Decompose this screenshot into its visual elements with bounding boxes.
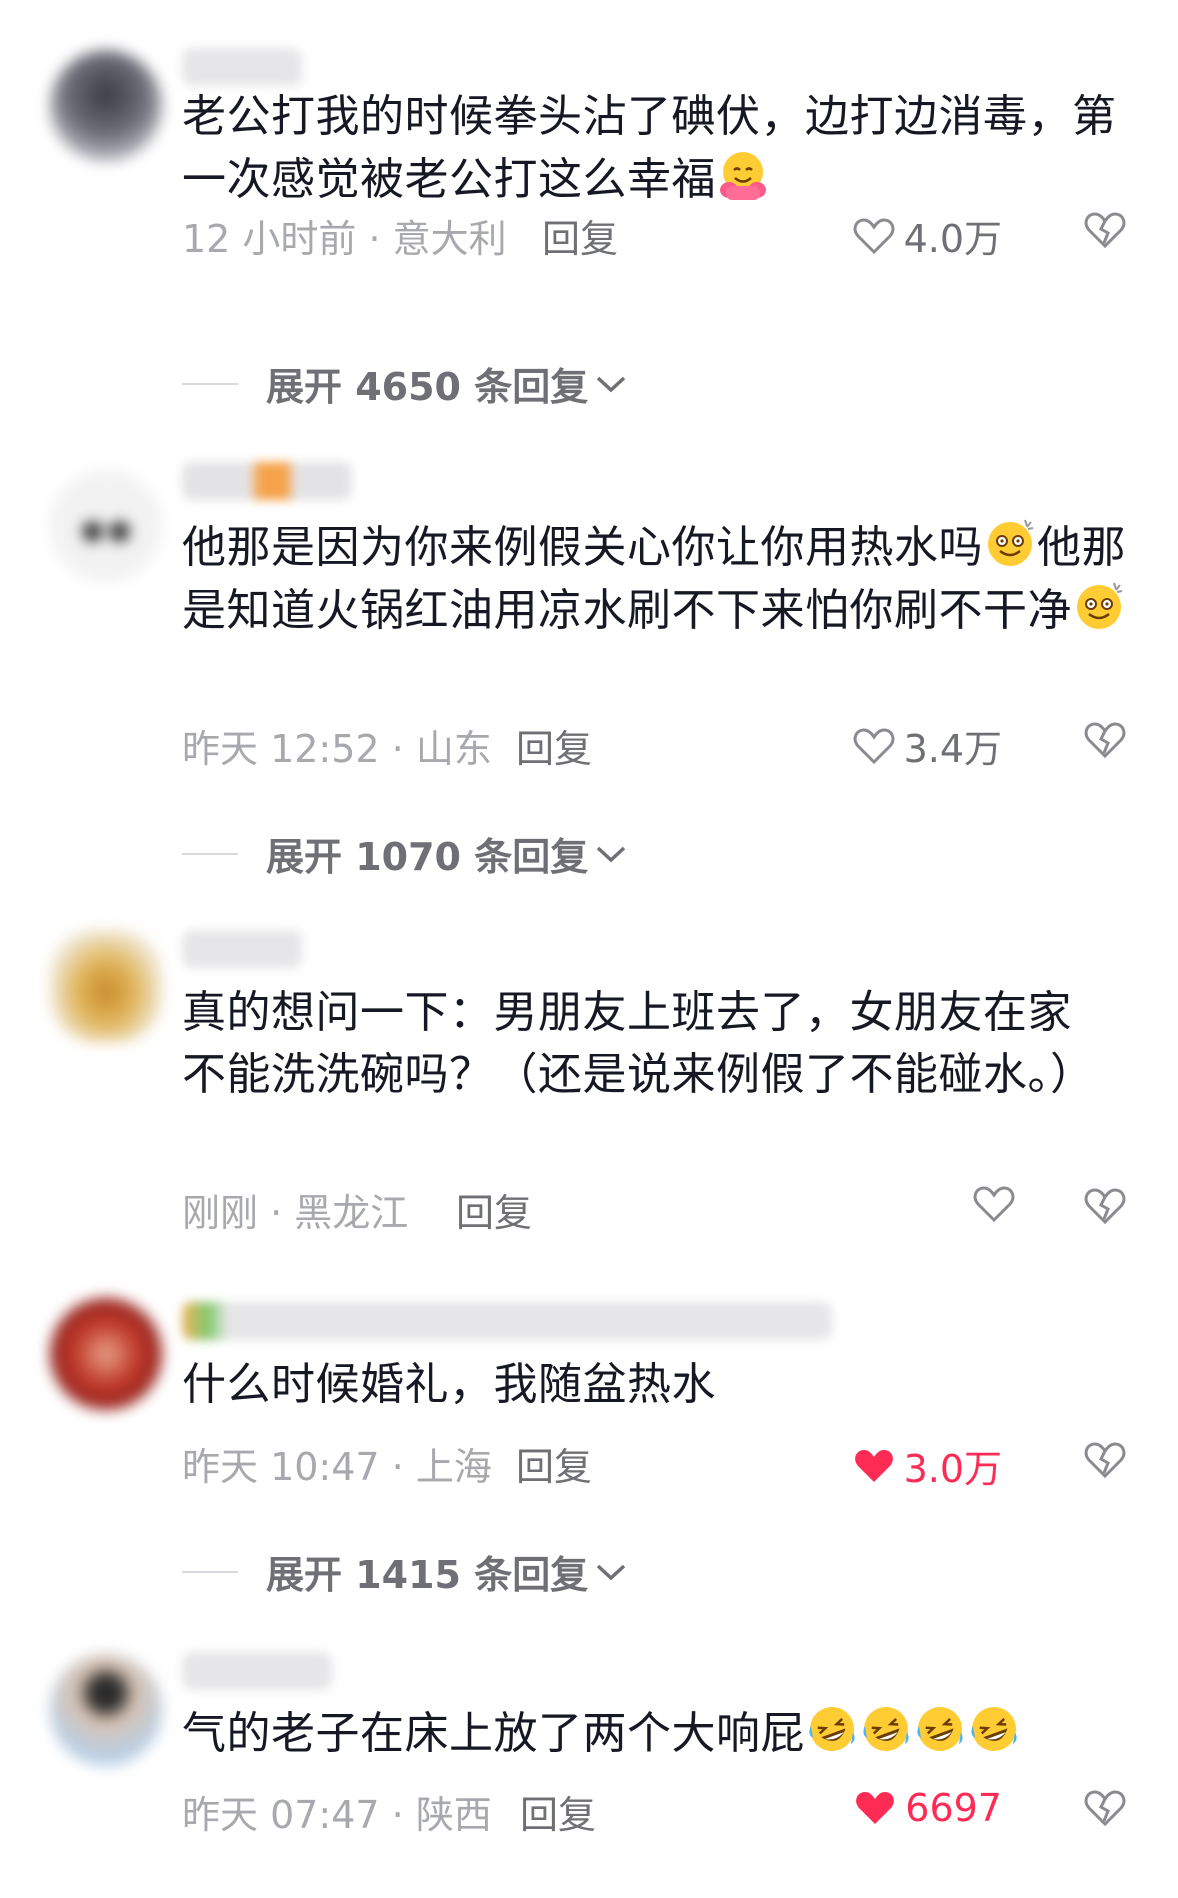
comment-text-content: 老公打我的时候拳头沾了碘伏，边打边消毒，第一次感觉被老公打这么幸福 [182, 91, 1117, 205]
comment-meta: 昨天 10:47 · 上海 [182, 1445, 492, 1489]
comment-meta: 昨天 07:47 · 陕西 [182, 1793, 492, 1837]
like-count: 3.0万 [903, 1447, 1002, 1491]
comment-text-content: 什么时候婚礼，我随盆热水 [182, 1359, 716, 1410]
like-count: 4.0万 [903, 217, 1002, 261]
expand-replies-button[interactable]: 展开 1070 条回复 [182, 826, 628, 881]
laughing-emoji-group [805, 1707, 1021, 1759]
comment-text: 老公打我的时候拳头沾了碘伏，边打边消毒，第一次感觉被老公打这么幸福 [182, 86, 1127, 211]
reply-button[interactable]: 回复 [520, 1784, 596, 1839]
chevron-down-icon [597, 1564, 626, 1580]
like-button[interactable]: 3.4万 [852, 718, 1002, 773]
heart-outline-icon [853, 217, 894, 254]
comment-text: 他那是因为你来例假关心你让你用热水吗 他那是知道火锅红油用凉水刷不下来怕你刷不干净 [182, 516, 1127, 642]
comment-text: 什么时候婚礼，我随盆热水 [182, 1354, 1127, 1416]
like-count: 6697 [905, 1786, 1002, 1830]
heart-filled-icon [856, 1792, 895, 1824]
chevron-down-icon [597, 846, 626, 862]
broken-heart-icon[interactable] [1083, 1788, 1127, 1828]
rolling-laughing-emoji-icon [863, 1707, 909, 1751]
reply-button[interactable]: 回复 [516, 718, 592, 773]
avatar[interactable] [50, 470, 162, 582]
avatar[interactable] [50, 930, 162, 1042]
comment-meta: 昨天 12:52 · 山东 [182, 727, 492, 771]
reply-button[interactable]: 回复 [516, 1436, 592, 1491]
username-blurred[interactable] [182, 1302, 832, 1340]
comment-meta: 12 小时前 · 意大利 [182, 217, 507, 261]
username-blurred[interactable] [182, 462, 352, 500]
divider-line [182, 382, 238, 385]
broken-heart-icon[interactable] [1083, 210, 1127, 250]
like-count: 3.4万 [903, 727, 1002, 771]
broken-heart-icon[interactable] [1083, 1440, 1127, 1480]
reply-button[interactable]: 回复 [542, 208, 618, 263]
dizzy-smile-emoji-icon [988, 519, 1034, 566]
expand-replies-label: 展开 4650 条回复 [266, 365, 589, 409]
avatar[interactable] [50, 50, 162, 162]
comment-text: 气的老子在床上放了两个大响屁 [182, 1702, 1127, 1765]
like-button[interactable]: 4.0万 [852, 208, 1002, 263]
username-blurred[interactable] [182, 48, 302, 86]
rolling-laughing-emoji-icon [809, 1707, 855, 1751]
heart-filled-icon [854, 1449, 893, 1482]
divider-line [182, 852, 238, 855]
broken-heart-icon[interactable] [1083, 720, 1127, 760]
heart-outline-icon [853, 727, 894, 764]
comment-list: 老公打我的时候拳头沾了碘伏，边打边消毒，第一次感觉被老公打这么幸福 12 小时前… [0, 0, 1178, 1898]
expand-replies-button[interactable]: 展开 1415 条回复 [182, 1544, 628, 1599]
username-blurred[interactable] [182, 1652, 332, 1690]
rolling-laughing-emoji-icon [917, 1707, 963, 1751]
reply-button[interactable]: 回复 [456, 1182, 532, 1237]
divider-line [182, 1570, 238, 1573]
comment-text-content: 气的老子在床上放了两个大响屁 [182, 1708, 805, 1759]
expand-replies-label: 展开 1415 条回复 [266, 1553, 589, 1597]
rolling-laughing-emoji-icon [971, 1707, 1017, 1751]
comment-text: 真的想问一下：男朋友上班去了，女朋友在家不能洗洗碗吗？（还是说来例假了不能碰水。… [182, 982, 1102, 1106]
heart-outline-icon [973, 1186, 1015, 1223]
dizzy-smile-emoji-icon [1077, 582, 1123, 629]
like-button[interactable]: 3.0万 [852, 1438, 1002, 1493]
avatar[interactable] [50, 1654, 162, 1766]
hugging-face-emoji-icon [720, 152, 766, 200]
like-button[interactable] [972, 1184, 1024, 1224]
expand-replies-button[interactable]: 展开 4650 条回复 [182, 356, 628, 411]
avatar[interactable] [50, 1298, 162, 1410]
chevron-down-icon [597, 376, 626, 392]
username-blurred[interactable] [182, 930, 302, 968]
like-button[interactable]: 6697 [853, 1786, 1002, 1830]
expand-replies-label: 展开 1070 条回复 [266, 835, 589, 879]
comment-meta: 刚刚 · 黑龙江 [182, 1191, 409, 1235]
comment-text-part-a: 他那是因为你来例假关心你让你用热水吗 [182, 522, 983, 573]
broken-heart-icon[interactable] [1083, 1186, 1127, 1226]
comment-text-content: 真的想问一下：男朋友上班去了，女朋友在家不能洗洗碗吗？（还是说来例假了不能碰水。… [182, 987, 1095, 1100]
